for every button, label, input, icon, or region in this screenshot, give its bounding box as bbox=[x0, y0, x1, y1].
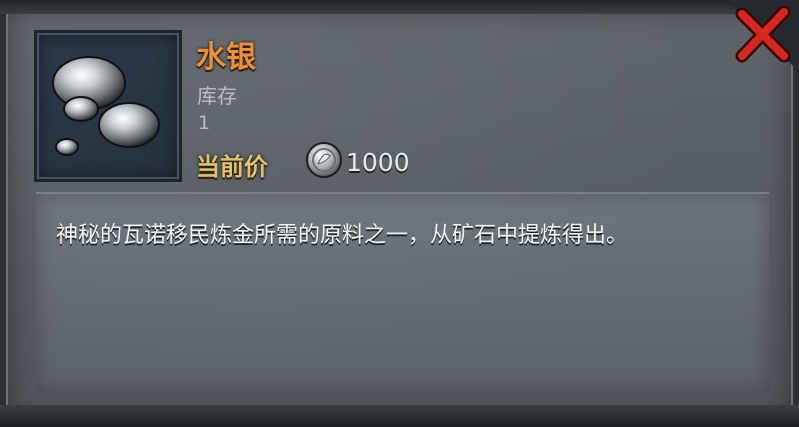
price-label: 当前价 bbox=[196, 153, 268, 181]
top-frame bbox=[0, 0, 799, 14]
item-name: 水银 bbox=[196, 40, 256, 75]
item-icon-frame bbox=[34, 30, 182, 182]
bottom-frame bbox=[0, 405, 799, 427]
item-description: 神秘的瓦诺移民炼金所需的原料之一，从矿石中提炼得出。 bbox=[56, 223, 629, 248]
stock-value: 1 bbox=[198, 112, 211, 134]
stock-label: 库存 bbox=[197, 84, 237, 108]
mercury-droplets-icon bbox=[52, 56, 160, 156]
close-icon[interactable] bbox=[734, 6, 792, 64]
silver-coin-icon bbox=[306, 142, 342, 178]
price-value: 1000 bbox=[346, 148, 410, 177]
